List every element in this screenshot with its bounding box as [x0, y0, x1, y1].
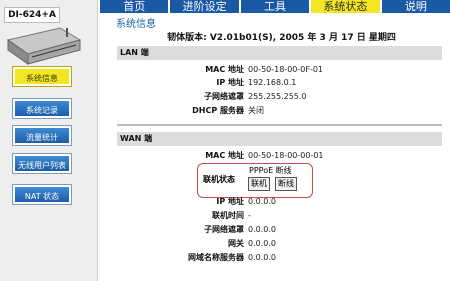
lan-row: MAC 地址 00-50-18-00-0F-01 — [113, 64, 450, 76]
section-divider — [117, 124, 442, 126]
lan-dhcp-label: DHCP 服务器 — [192, 106, 244, 115]
tab-tools[interactable]: 工具 — [238, 0, 309, 13]
wan-row: MAC 地址 00-50-18-00-00-01 — [113, 150, 450, 162]
wan-dns-label: 网域名称服务器 — [188, 253, 244, 262]
lan-dhcp-value: 关闭 — [248, 106, 264, 115]
wan-mac-value: 00-50-18-00-00-01 — [248, 151, 324, 160]
wan-uptime-value: - — [248, 211, 251, 220]
page-title: 系统信息 — [116, 19, 156, 30]
wan-row: 网域名称服务器 0.0.0.0 — [113, 252, 450, 264]
lan-row: IP 地址 192.168.0.1 — [113, 77, 450, 89]
lan-ip-value: 192.168.0.1 — [248, 78, 297, 87]
sidebar-item-system-info[interactable]: 系统信息 — [12, 66, 72, 87]
wan-mac-label: MAC 地址 — [205, 151, 244, 160]
tab-status[interactable]: 系统状态 — [309, 0, 380, 13]
sidebar-item-nat-status[interactable]: NAT 状态 — [12, 184, 72, 205]
connection-status-label: 联机状态 — [203, 175, 235, 184]
main-content: 系统信息 韧体版本: V2.01b01(S), 2005 年 3 月 17 日 … — [113, 13, 450, 281]
connect-button[interactable]: 联机 — [248, 177, 270, 191]
tab-help[interactable]: 说明 — [379, 0, 450, 13]
wan-row: 网关 0.0.0.0 — [113, 238, 450, 250]
wan-gateway-label: 网关 — [228, 239, 244, 248]
connection-status-value: PPPoE 断线 — [249, 166, 292, 175]
lan-row: 子网络遮罩 255.255.255.0 — [113, 91, 450, 103]
sidebar-item-system-log[interactable]: 系统记录 — [12, 98, 72, 119]
device-model-label: DI-624+A — [4, 7, 60, 23]
wan-section-header: WAN 端 — [117, 132, 442, 146]
router-image — [6, 27, 82, 65]
lan-mac-value: 00-50-18-00-0F-01 — [248, 65, 324, 74]
tab-home[interactable]: 首页 — [98, 0, 168, 13]
wan-ip-value: 0.0.0.0 — [248, 197, 276, 206]
firmware-version: 韧体版本: V2.01b01(S), 2005 年 3 月 17 日 星期四 — [167, 33, 396, 43]
sidebar: DI-624+A 系统信息 系统记录 流量统计 无线用户列表 NAT 状态 — [0, 0, 98, 281]
wan-row: IP 地址 0.0.0.0 — [113, 196, 450, 208]
wan-gateway-value: 0.0.0.0 — [248, 239, 276, 248]
lan-row: DHCP 服务器 关闭 — [113, 105, 450, 117]
wan-subnet-value: 0.0.0.0 — [248, 225, 276, 234]
lan-subnet-value: 255.255.255.0 — [248, 92, 307, 101]
wan-ip-label: IP 地址 — [216, 197, 244, 206]
wan-subnet-label: 子网络遮罩 — [204, 225, 244, 234]
wan-row: 联机时间 - — [113, 210, 450, 222]
wan-dns-value: 0.0.0.0 — [248, 253, 276, 262]
sidebar-item-wireless-clients[interactable]: 无线用户列表 — [12, 153, 72, 174]
connection-status-box: 联机状态 PPPoE 断线 联机 断线 — [197, 163, 313, 198]
lan-mac-label: MAC 地址 — [205, 65, 244, 74]
wan-row: 子网络遮罩 0.0.0.0 — [113, 224, 450, 236]
lan-section-header: LAN 端 — [117, 46, 442, 60]
top-nav: 首页 进阶设定 工具 系统状态 说明 — [98, 0, 450, 13]
disconnect-button[interactable]: 断线 — [275, 177, 297, 191]
lan-ip-label: IP 地址 — [216, 78, 244, 87]
lan-subnet-label: 子网络遮罩 — [204, 92, 244, 101]
sidebar-item-traffic-stats[interactable]: 流量统计 — [12, 125, 72, 146]
wan-uptime-label: 联机时间 — [212, 211, 244, 220]
tab-advanced[interactable]: 进阶设定 — [168, 0, 238, 13]
